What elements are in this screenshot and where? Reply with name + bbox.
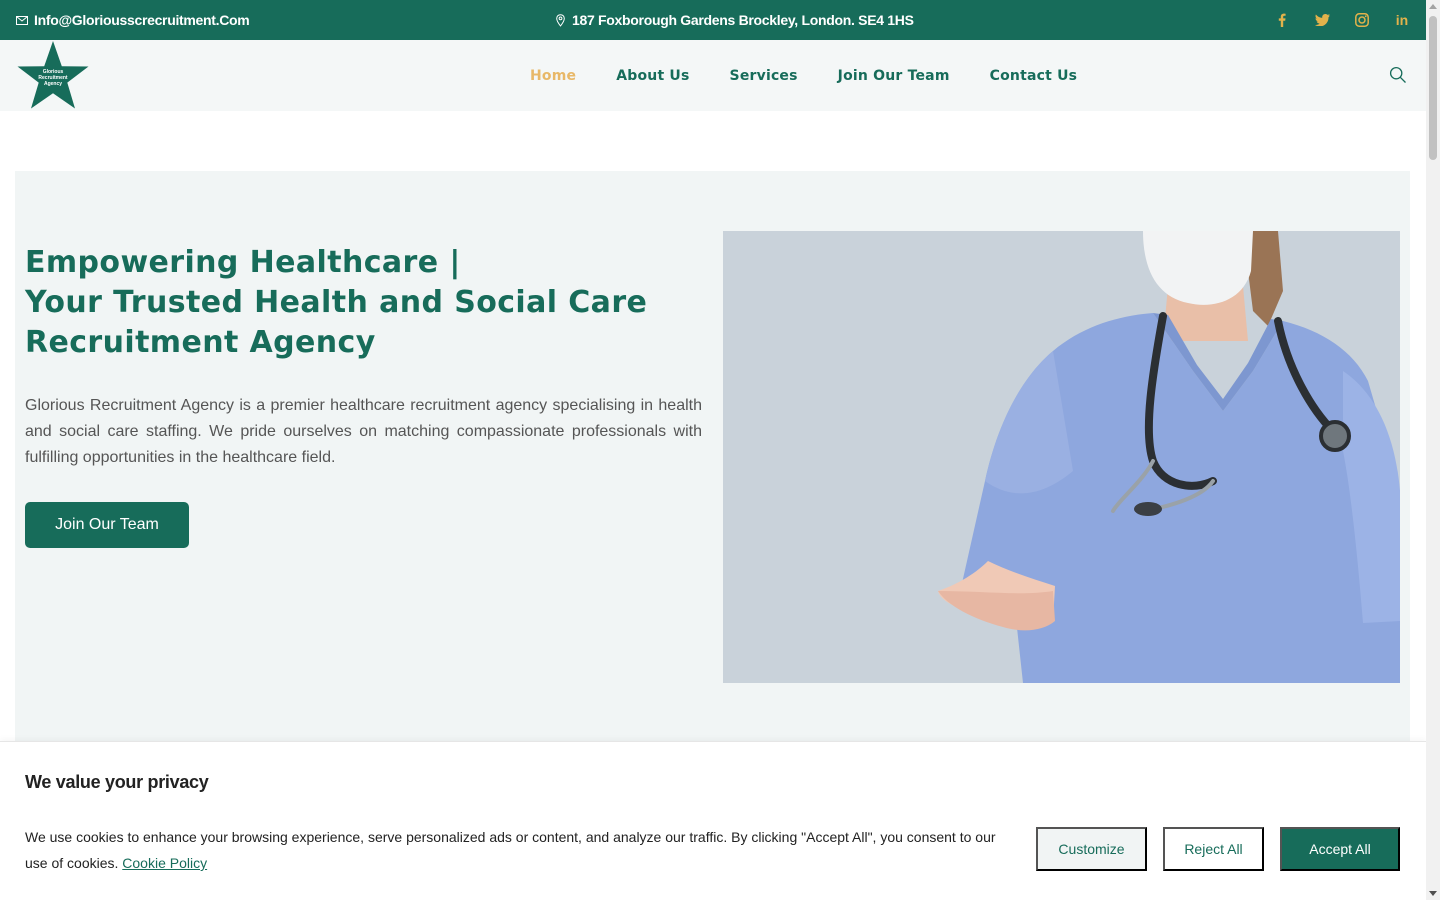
twitter-icon[interactable] xyxy=(1314,12,1330,28)
page-scrollbar[interactable] xyxy=(1426,0,1440,900)
mail-icon xyxy=(16,15,28,25)
address-contact: 187 Foxborough Gardens Brockley, London.… xyxy=(556,12,914,28)
customize-button[interactable]: Customize xyxy=(1036,827,1147,871)
address-text: 187 Foxborough Gardens Brockley, London.… xyxy=(572,12,914,28)
cookie-policy-link[interactable]: Cookie Policy xyxy=(122,855,207,871)
nurse-illustration xyxy=(723,231,1400,683)
cookie-title: We value your privacy xyxy=(25,772,209,792)
map-pin-icon xyxy=(556,13,565,27)
accept-all-button[interactable]: Accept All xyxy=(1280,827,1400,871)
cookie-message: We use cookies to enhance your browsing … xyxy=(25,824,1015,876)
hero-description: Glorious Recruitment Agency is a premier… xyxy=(25,397,702,466)
nav-item-services[interactable]: Services xyxy=(730,68,798,84)
join-our-team-button[interactable]: Join Our Team xyxy=(25,502,189,548)
social-links: in xyxy=(1274,0,1426,40)
site-header: Glorious Recruitment Agency Home About U… xyxy=(0,40,1426,111)
hero-title: Empowering Healthcare | Your Trusted Hea… xyxy=(25,243,715,363)
cookie-consent-banner: We value your privacy We use cookies to … xyxy=(0,741,1426,900)
main-nav: Home About Us Services Join Our Team Con… xyxy=(530,40,1077,111)
nav-item-contact-us[interactable]: Contact Us xyxy=(990,68,1078,84)
search-icon[interactable] xyxy=(1389,66,1407,84)
top-contact-bar: Info@Gloriousscrecruitment.Com 187 Foxbo… xyxy=(0,0,1426,40)
scroll-up-arrow-icon[interactable] xyxy=(1429,4,1437,9)
nav-item-about-us[interactable]: About Us xyxy=(616,68,689,84)
logo[interactable]: Glorious Recruitment Agency xyxy=(16,40,90,111)
reject-all-button[interactable]: Reject All xyxy=(1163,827,1264,871)
hero-title-line2: Your Trusted Health and Social Care Recr… xyxy=(25,285,648,360)
instagram-icon[interactable] xyxy=(1354,12,1370,28)
hero-title-line1: Empowering Healthcare | xyxy=(25,245,461,280)
facebook-icon[interactable] xyxy=(1274,12,1290,28)
linkedin-icon[interactable]: in xyxy=(1394,12,1410,28)
email-text: Info@Gloriousscrecruitment.Com xyxy=(34,12,250,28)
email-contact[interactable]: Info@Gloriousscrecruitment.Com xyxy=(16,12,250,28)
logo-text: Glorious Recruitment Agency xyxy=(38,69,68,87)
scrollbar-thumb[interactable] xyxy=(1429,16,1437,160)
nurse-hero-image xyxy=(723,231,1400,683)
nav-item-join-our-team[interactable]: Join Our Team xyxy=(838,68,950,84)
nav-item-home[interactable]: Home xyxy=(530,68,576,84)
scroll-down-arrow-icon[interactable] xyxy=(1429,891,1437,896)
